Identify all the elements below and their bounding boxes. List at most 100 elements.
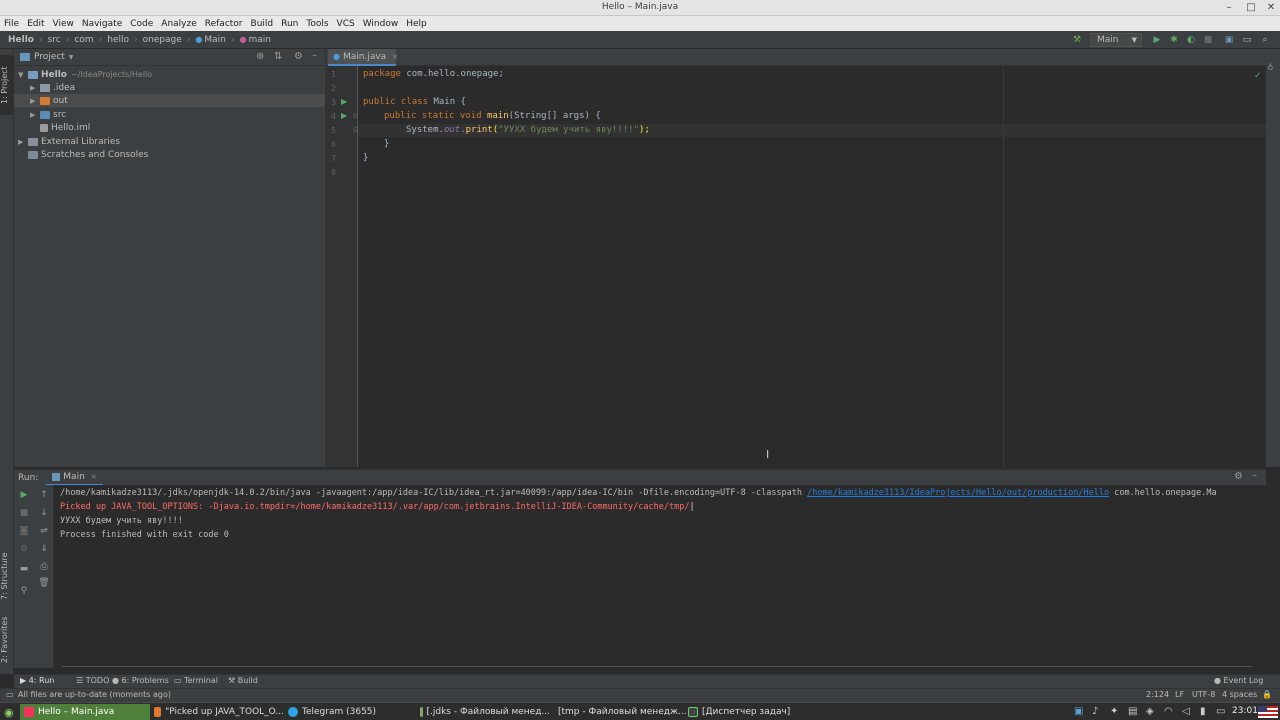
clipboard-icon[interactable]: ▤ <box>1128 706 1137 717</box>
close-tab-icon[interactable]: ✕ <box>392 53 398 61</box>
line-separator[interactable]: LF <box>1175 690 1184 699</box>
hide-panel-icon[interactable]: – <box>1252 470 1257 481</box>
tool-tab-todo[interactable]: ☰ TODO <box>76 676 109 685</box>
menu-build[interactable]: Build <box>251 19 274 29</box>
classpath-link[interactable]: /home/kamikadze3113/IdeaProjects/Hello/o… <box>807 488 1109 498</box>
favorites-side-tab[interactable]: 2: Favorites <box>0 611 14 669</box>
task-telegram[interactable]: Telegram (3655) <box>284 704 414 720</box>
breadcrumb-com[interactable]: com <box>74 35 93 45</box>
task-intellij[interactable]: Hello – Main.java <box>20 704 150 720</box>
project-structure-icon[interactable]: ▣ <box>1222 33 1236 47</box>
stop-icon[interactable]: ■ <box>18 507 30 519</box>
menu-navigate[interactable]: Navigate <box>82 19 122 29</box>
tree-item-external-libraries[interactable]: ▶ External Libraries <box>18 135 318 148</box>
notification-bell-icon[interactable]: ♪ <box>1092 706 1098 717</box>
clock[interactable]: 23:01 <box>1232 706 1258 716</box>
task-file-manager-tmp[interactable]: [tmp - Файловый менедж... <box>550 704 687 720</box>
collapse-all-icon[interactable]: ⇅ <box>274 51 282 62</box>
tool-tab-problems[interactable]: ● 6: Problems <box>112 676 169 685</box>
window-layout-icon[interactable]: ▭ <box>1240 33 1254 47</box>
menu-code[interactable]: Code <box>130 19 153 29</box>
status-message[interactable]: All files are up-to-date (moments ago) <box>18 690 171 699</box>
menu-refactor[interactable]: Refactor <box>205 19 243 29</box>
menu-window[interactable]: Window <box>363 19 399 29</box>
wifi-icon[interactable]: ◠ <box>1164 706 1173 717</box>
debug-icon[interactable]: ✱ <box>1167 33 1181 47</box>
tree-item-scratches[interactable]: Scratches and Consoles <box>28 148 318 161</box>
menu-tools[interactable]: Tools <box>306 19 328 29</box>
expand-arrow-icon[interactable]: ▶ <box>30 84 40 92</box>
caret-position[interactable]: 2:124 <box>1146 690 1169 699</box>
tree-item-src[interactable]: ▶ src <box>30 108 320 121</box>
layout-icon[interactable]: ▬ <box>18 563 30 575</box>
menu-file[interactable]: File <box>4 19 19 29</box>
tray-app-icon[interactable]: ▣ <box>1074 706 1083 717</box>
tool-tab-run[interactable]: ▶ 4: Run <box>20 676 54 685</box>
maximize-button[interactable]: □ <box>1244 1 1258 15</box>
tree-item-hello-iml[interactable]: Hello.iml <box>40 121 320 134</box>
menu-analyze[interactable]: Analyze <box>161 19 196 29</box>
menu-vcs[interactable]: VCS <box>337 19 355 29</box>
gear-icon[interactable]: ⚙ <box>294 51 303 62</box>
run-icon[interactable]: ▶ <box>1150 33 1164 47</box>
keyboard-layout-flag-icon[interactable] <box>1258 706 1278 718</box>
scroll-up-icon[interactable]: ↑ <box>38 489 50 501</box>
print-icon[interactable]: ⎙ <box>38 561 50 573</box>
breadcrumb-hello[interactable]: hello <box>107 35 129 45</box>
tree-item-out[interactable]: ▶ out <box>14 94 325 107</box>
tool-tab-build[interactable]: ⚒ Build <box>228 676 258 685</box>
stop-icon[interactable]: ■ <box>1201 33 1215 47</box>
status-icon[interactable]: ▭ <box>6 690 14 699</box>
lock-icon[interactable]: 🔒 <box>1262 690 1272 699</box>
expand-arrow-icon[interactable]: ▶ <box>30 97 40 105</box>
indent-setting[interactable]: 4 spaces <box>1222 690 1257 699</box>
tree-item-hello[interactable]: ▼ Hello ~/IdeaProjects/Hello <box>18 68 318 81</box>
search-icon[interactable]: ⌕ <box>1258 33 1272 47</box>
tree-item-idea[interactable]: ▶ .idea <box>30 81 320 94</box>
expand-arrow-icon[interactable]: ▶ <box>18 138 28 146</box>
chevron-down-icon[interactable]: ▼ <box>69 54 74 61</box>
breadcrumb-src[interactable]: src <box>48 35 61 45</box>
breadcrumb-class[interactable]: Main <box>204 35 226 45</box>
close-button[interactable]: ✕ <box>1264 1 1278 15</box>
start-menu-icon[interactable]: ◉ <box>0 704 18 720</box>
horizontal-scrollbar[interactable] <box>62 666 1252 667</box>
minimize-button[interactable]: – <box>1222 1 1236 15</box>
file-encoding[interactable]: UTF-8 <box>1192 690 1215 699</box>
display-icon[interactable]: ▭ <box>1216 706 1225 717</box>
menu-view[interactable]: View <box>53 19 74 29</box>
coverage-icon[interactable]: ◐ <box>1184 33 1198 47</box>
project-side-tab[interactable]: 1: Project <box>0 55 14 115</box>
menu-help[interactable]: Help <box>406 19 427 29</box>
shield-icon[interactable]: ◈ <box>1146 706 1154 717</box>
pin-icon[interactable]: ⚲ <box>18 585 30 597</box>
breadcrumb-project[interactable]: Hello <box>8 35 34 45</box>
task-notification[interactable]: "Picked up JAVA_TOOL_O... <box>150 704 284 720</box>
gear-icon[interactable]: ⚙ <box>1234 471 1243 482</box>
structure-side-tab[interactable]: 7: Structure <box>0 547 14 605</box>
close-tab-icon[interactable]: ✕ <box>91 473 97 481</box>
expand-arrow-icon[interactable]: ▶ <box>30 111 40 119</box>
run-main-gutter-icon[interactable]: ▶ <box>341 111 347 120</box>
scroll-to-end-icon[interactable]: ⇓ <box>38 543 50 555</box>
task-system-monitor[interactable]: [Диспетчер задач] <box>684 704 814 720</box>
camera-icon[interactable]: ◙ <box>18 525 30 537</box>
settings-icon[interactable]: ⚙ <box>18 543 30 555</box>
locate-icon[interactable]: ⊕ <box>256 51 264 62</box>
run-class-gutter-icon[interactable]: ▶ <box>341 97 347 106</box>
rerun-icon[interactable]: ▶ <box>18 489 30 501</box>
bluetooth-icon[interactable]: ✦ <box>1110 706 1118 717</box>
run-config-select[interactable]: Main ▼ <box>1090 33 1142 47</box>
menu-run[interactable]: Run <box>281 19 298 29</box>
breadcrumb-method[interactable]: main <box>248 35 271 45</box>
project-panel-title[interactable]: Project <box>34 52 65 62</box>
battery-icon[interactable]: ▮ <box>1200 706 1206 717</box>
menu-edit[interactable]: Edit <box>27 19 44 29</box>
tool-tab-event-log[interactable]: ● Event Log <box>1214 676 1263 685</box>
code-editor[interactable]: ✓ package com.hello.onepage; public clas… <box>358 66 1266 467</box>
scroll-down-icon[interactable]: ↓ <box>38 507 50 519</box>
inspection-ok-icon[interactable]: ✓ <box>1254 71 1262 81</box>
breadcrumb-onepage[interactable]: onepage <box>143 35 182 45</box>
hide-panel-icon[interactable]: – <box>312 50 317 61</box>
tab-main-java[interactable]: ● Main.java ✕ <box>328 49 398 66</box>
